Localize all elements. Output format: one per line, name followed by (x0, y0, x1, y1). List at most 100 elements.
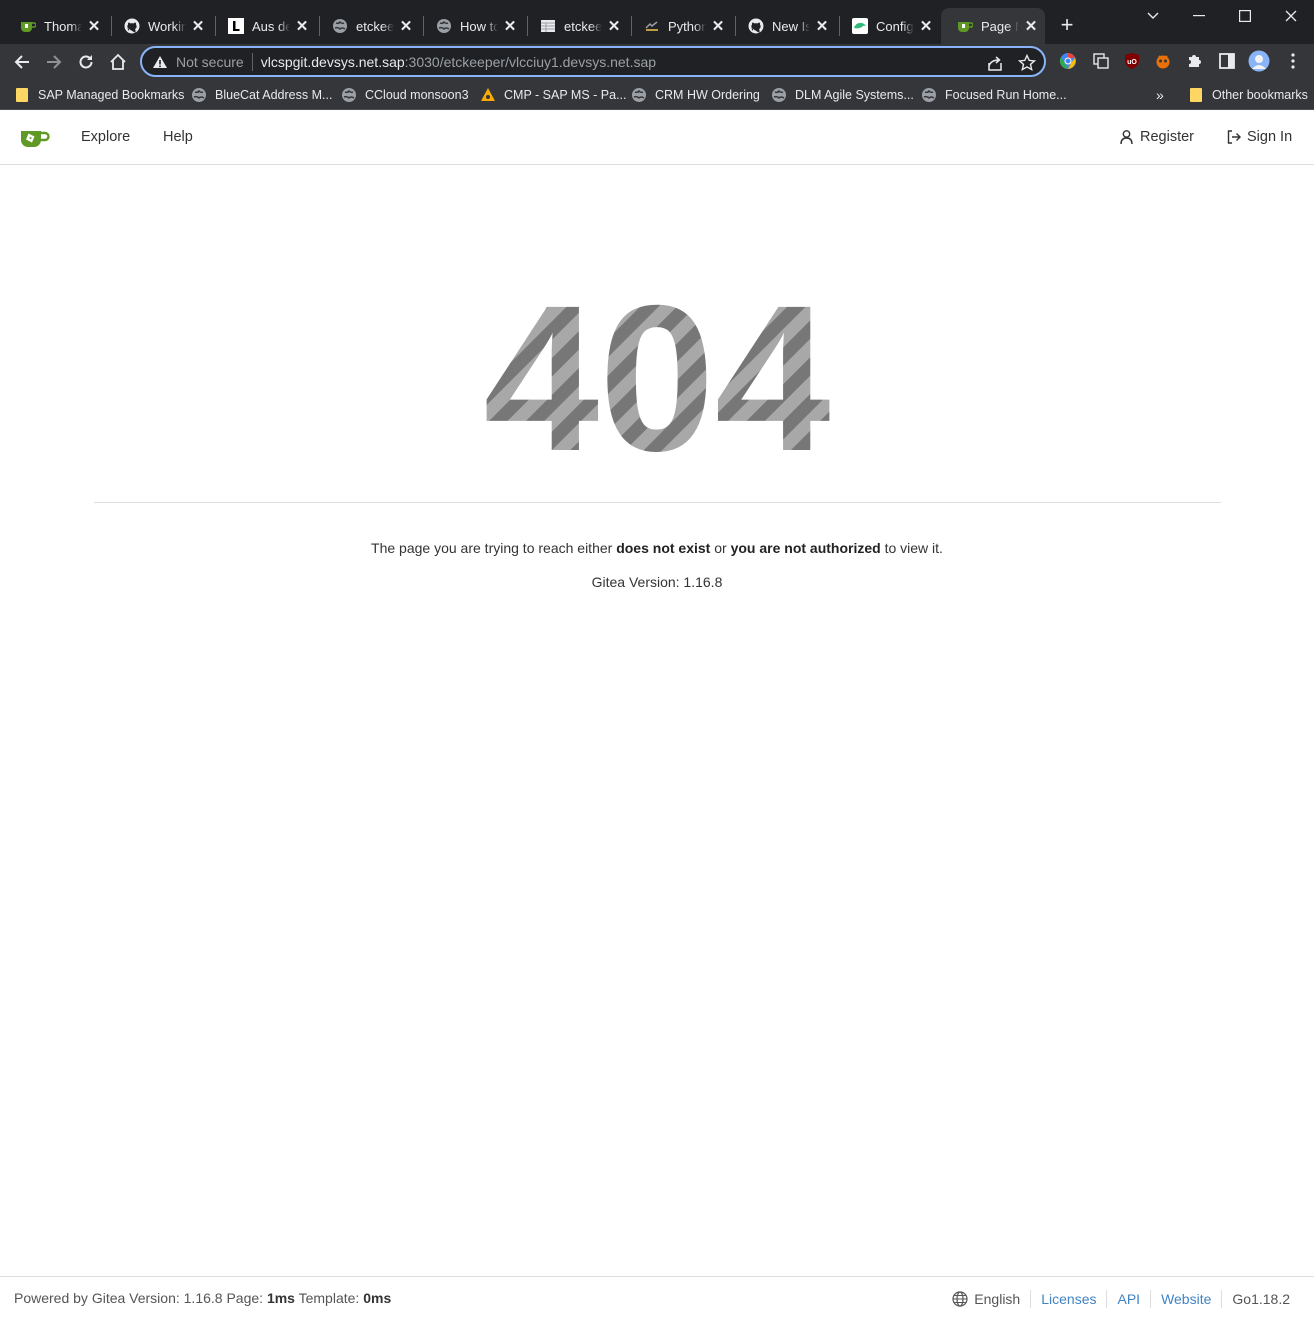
orange-extension-icon[interactable] (1152, 50, 1174, 72)
licenses-link[interactable]: Licenses (1030, 1290, 1106, 1308)
globe-icon (341, 87, 357, 103)
close-icon[interactable]: ✕ (1023, 18, 1039, 35)
close-icon[interactable]: ✕ (814, 18, 830, 35)
bookmark-item[interactable]: Focused Run Home... (921, 85, 1067, 105)
close-icon[interactable]: ✕ (294, 18, 310, 35)
person-icon (1120, 130, 1134, 144)
minimize-icon (1193, 15, 1205, 17)
close-icon[interactable]: ✕ (398, 18, 414, 35)
security-label[interactable]: Not secure (176, 54, 244, 70)
profile-avatar[interactable] (1248, 50, 1270, 72)
folder-icon (1188, 87, 1204, 103)
gitea-icon (957, 18, 973, 34)
register-label: Register (1140, 129, 1194, 145)
menu-icon[interactable] (1282, 50, 1304, 72)
bookmark-item[interactable]: DLM Agile Systems... (771, 85, 914, 105)
maximize-button[interactable] (1222, 0, 1268, 32)
browser-tab[interactable]: Python ✕ (628, 8, 732, 44)
gitea-logo-icon[interactable] (20, 126, 50, 150)
nav-help[interactable]: Help (163, 129, 193, 145)
address-bar[interactable]: Not secure vlcspgit.devsys.net.sap:3030/… (140, 46, 1046, 77)
browser-tab-active[interactable]: Page Not Found ✕ (941, 8, 1045, 44)
browser-tab[interactable]: Thomas ✕ (4, 8, 108, 44)
back-button[interactable] (8, 48, 36, 76)
tab-title: Working (148, 18, 186, 34)
maximize-icon (1239, 10, 1251, 22)
chevron-down-icon (1147, 12, 1159, 19)
tab-search-button[interactable] (1130, 0, 1176, 32)
message-emphasis: does not exist (616, 540, 711, 556)
url-host: vlcspgit.devsys.net.sap (260, 53, 405, 70)
browser-tab[interactable]: New Issue ✕ (732, 8, 836, 44)
ublock-icon[interactable]: uO (1121, 50, 1143, 72)
page-render-time: 1ms (266, 1290, 295, 1306)
new-tab-button[interactable]: + (1055, 13, 1079, 37)
language-selector[interactable]: English (942, 1290, 1030, 1308)
home-icon (110, 53, 126, 70)
svg-text:uO: uO (1127, 59, 1137, 66)
globe-icon (332, 18, 348, 34)
close-icon[interactable]: ✕ (606, 18, 622, 35)
browser-tab[interactable]: Configure ✕ (836, 8, 940, 44)
puzzle-icon[interactable] (1184, 50, 1206, 72)
github-icon (748, 18, 764, 34)
tab-title: How to (460, 18, 498, 34)
document-icon (540, 18, 556, 34)
error-message: The page you are trying to reach either … (0, 540, 1314, 556)
bookmark-item[interactable]: SAP Managed Bookmarks (14, 85, 184, 105)
bookmark-item[interactable]: CMP - SAP MS - Pa... (480, 85, 627, 105)
chromium-extension-icon[interactable] (1057, 50, 1079, 72)
register-link[interactable]: Register (1120, 129, 1194, 145)
globe-icon (952, 1291, 968, 1307)
api-link[interactable]: API (1106, 1290, 1150, 1308)
close-window-button[interactable] (1268, 0, 1314, 32)
close-icon[interactable]: ✕ (86, 18, 102, 35)
browser-tab[interactable]: etckeeper ✕ (524, 8, 628, 44)
forward-button[interactable] (40, 48, 68, 76)
browser-tab[interactable]: Working ✕ (108, 8, 212, 44)
page-footer: Powered by Gitea Version: 1.16.8 Page: 1… (0, 1276, 1314, 1317)
tab-title: Python (668, 18, 706, 34)
other-bookmarks-folder[interactable]: Other bookmarks (1188, 85, 1308, 105)
close-icon[interactable]: ✕ (710, 18, 726, 35)
close-icon[interactable]: ✕ (502, 18, 518, 35)
cmp-icon (480, 87, 496, 103)
footer-text: Template: (294, 1290, 364, 1306)
gitea-icon (20, 18, 36, 34)
footer-text: Powered by Gitea Version: 1.16.8 Page: (14, 1290, 267, 1306)
copy-extension-icon[interactable] (1090, 50, 1112, 72)
sign-in-label: Sign In (1247, 129, 1293, 145)
home-button[interactable] (104, 48, 132, 76)
reload-button[interactable] (72, 48, 100, 76)
bookmark-item[interactable]: CRM HW Ordering (631, 85, 760, 105)
bookmarks-overflow-button[interactable]: » (1156, 85, 1164, 105)
globe-icon (631, 87, 647, 103)
warning-icon[interactable] (152, 54, 168, 70)
nav-explore[interactable]: Explore (81, 129, 130, 145)
browser-tab[interactable]: etckeeper ✕ (316, 8, 420, 44)
browser-tab[interactable]: How to ✕ (420, 8, 524, 44)
tab-title: Page Not Found (981, 18, 1019, 34)
share-icon[interactable] (986, 54, 1004, 72)
bookmarks-bar: SAP Managed Bookmarks BlueCat Address M.… (0, 80, 1314, 110)
minimize-button[interactable] (1176, 0, 1222, 32)
bookmark-item[interactable]: CCloud monsoon3 (341, 85, 469, 105)
sign-in-link[interactable]: Sign In (1227, 129, 1292, 145)
browser-tab-strip: Thomas ✕ Working ✕ Aus den ✕ etckeeper ✕… (0, 0, 1314, 44)
website-link[interactable]: Website (1150, 1290, 1221, 1308)
globe-icon (191, 87, 207, 103)
star-icon[interactable] (1018, 54, 1036, 72)
chevron-double-right-icon: » (1156, 87, 1164, 103)
language-label: English (974, 1291, 1021, 1307)
globe-icon (771, 87, 787, 103)
bookmark-label: CCloud monsoon3 (365, 88, 469, 102)
close-icon[interactable]: ✕ (918, 18, 934, 35)
browser-tab[interactable]: Aus den ✕ (212, 8, 316, 44)
bookmark-label: Focused Run Home... (945, 88, 1067, 102)
bookmark-label: BlueCat Address M... (215, 88, 333, 102)
error-code-graphic: 404 (483, 285, 830, 465)
suse-icon (852, 18, 868, 34)
close-icon[interactable]: ✕ (190, 18, 206, 35)
side-panel-icon[interactable] (1216, 50, 1238, 72)
bookmark-item[interactable]: BlueCat Address M... (191, 85, 332, 105)
